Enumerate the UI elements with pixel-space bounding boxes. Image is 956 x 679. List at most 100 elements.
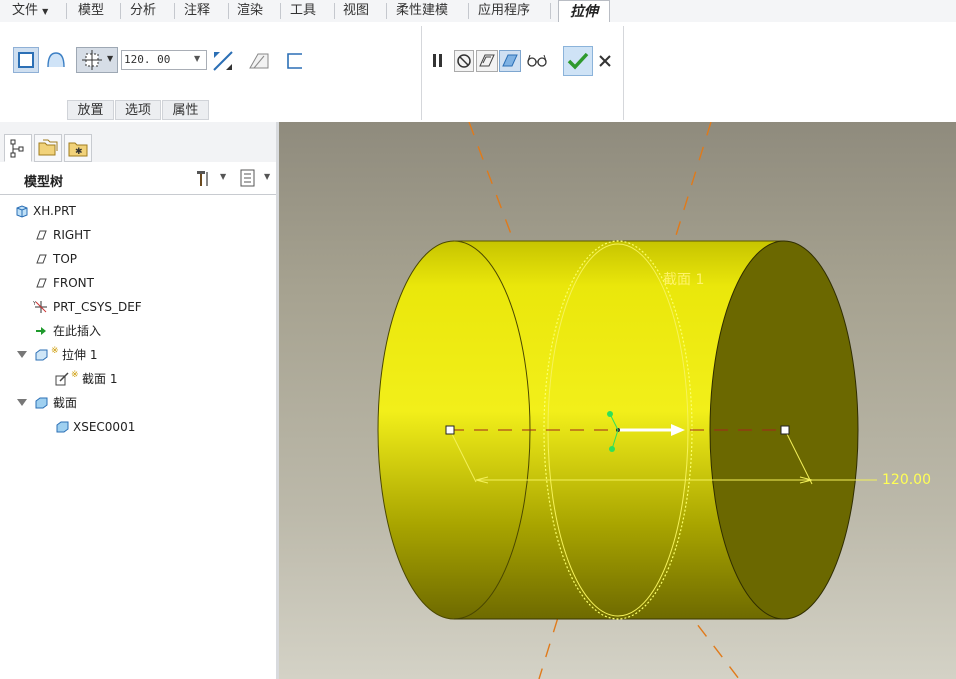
section-label: 截面 1 bbox=[663, 272, 705, 288]
pause-icon bbox=[433, 54, 442, 67]
tree-item-label: XSEC0001 bbox=[73, 420, 136, 434]
separate-preview-icon bbox=[479, 54, 495, 67]
tree-item-top[interactable]: TOP bbox=[0, 249, 270, 269]
flip-direction-icon bbox=[213, 51, 233, 71]
connected-preview-button[interactable] bbox=[499, 50, 521, 72]
tree-item-label: FRONT bbox=[53, 276, 94, 290]
depth-drag-handle[interactable] bbox=[780, 425, 790, 435]
ribbon-divider bbox=[421, 26, 422, 120]
new-feature-marker-icon: ※ bbox=[51, 346, 59, 356]
tab-analysis[interactable]: 分析 bbox=[122, 0, 164, 22]
file-menu-label: 文件 bbox=[12, 3, 39, 18]
favorites-folder-icon: ✱ bbox=[68, 142, 88, 157]
tree-item-part[interactable]: XH.PRT bbox=[0, 201, 270, 221]
start-handle[interactable] bbox=[445, 425, 455, 435]
verify-preview-button[interactable] bbox=[525, 50, 549, 72]
no-preview-button[interactable] bbox=[454, 50, 474, 72]
tree-item-label: RIGHT bbox=[53, 228, 91, 242]
tree-header: 模型树 ▼ ▼ bbox=[0, 162, 276, 195]
tab-render[interactable]: 渲染 bbox=[229, 0, 271, 22]
part-icon bbox=[16, 205, 28, 218]
tab-annotate[interactable]: 注释 bbox=[176, 0, 218, 22]
tab-tools[interactable]: 工具 bbox=[282, 0, 324, 22]
remove-material-button[interactable] bbox=[246, 48, 272, 74]
tree-item-front[interactable]: FRONT bbox=[0, 273, 270, 293]
separate-preview-button[interactable] bbox=[476, 50, 498, 72]
thicken-icon bbox=[287, 53, 302, 69]
thicken-sketch-button[interactable] bbox=[282, 48, 308, 74]
menu-divider bbox=[550, 3, 551, 19]
tree-item-extrude[interactable]: ※ 拉伸 1 bbox=[0, 345, 270, 365]
datum-plane-icon bbox=[36, 254, 47, 264]
tree-item-right[interactable]: RIGHT bbox=[0, 225, 270, 245]
depth-value-combo[interactable]: ▼ bbox=[121, 50, 207, 70]
depth-input[interactable] bbox=[124, 52, 190, 67]
panel-tabs: ✱ bbox=[0, 122, 276, 163]
folder-icon bbox=[38, 139, 58, 156]
datum-plane-icon bbox=[36, 278, 47, 288]
svg-text:✱: ✱ bbox=[75, 147, 83, 157]
file-menu[interactable]: 文件 ▼ bbox=[4, 0, 58, 22]
solid-button[interactable] bbox=[13, 47, 39, 73]
cancel-button[interactable] bbox=[596, 52, 614, 70]
menu-divider bbox=[468, 3, 469, 19]
solid-icon bbox=[18, 52, 34, 68]
tab-favorites[interactable]: ✱ bbox=[64, 134, 92, 162]
tree-item-label: 在此插入 bbox=[53, 324, 102, 338]
chevron-down-icon[interactable]: ▼ bbox=[194, 54, 200, 63]
tab-model-tree[interactable] bbox=[4, 134, 32, 162]
surface-button[interactable] bbox=[43, 47, 69, 73]
pause-button[interactable] bbox=[428, 50, 448, 72]
connected-preview-icon bbox=[502, 54, 518, 67]
tab-options[interactable]: 选项 bbox=[115, 100, 161, 120]
tree-item-sections-group[interactable]: 截面 bbox=[0, 393, 270, 413]
menu-divider bbox=[280, 3, 281, 19]
model-tree-panel: ✱ 模型树 ▼ ▼ XH.PRT RIGHT TOP FRONT Y PRT_C… bbox=[0, 122, 279, 679]
sketch-icon bbox=[55, 372, 69, 386]
datum-plane-icon bbox=[36, 230, 47, 240]
expand-arrow-icon[interactable] bbox=[17, 351, 27, 358]
tree-item-section[interactable]: ※ 截面 1 bbox=[0, 369, 270, 389]
menu-divider bbox=[66, 3, 67, 19]
tree-item-label: 拉伸 1 bbox=[62, 348, 98, 362]
close-icon bbox=[599, 55, 611, 67]
expand-arrow-icon[interactable] bbox=[17, 399, 27, 406]
chevron-down-icon: ▼ bbox=[107, 54, 114, 63]
chevron-down-icon: ▼ bbox=[42, 7, 49, 16]
tab-flexible-modeling[interactable]: 柔性建模 bbox=[388, 0, 456, 22]
model-tree-title: 模型树 bbox=[24, 175, 64, 190]
tree-settings-button[interactable]: ▼ bbox=[194, 168, 230, 188]
tab-view[interactable]: 视图 bbox=[335, 0, 377, 22]
tree-item-label: TOP bbox=[53, 252, 78, 266]
flip-direction-button[interactable] bbox=[210, 48, 236, 74]
menu-divider bbox=[386, 3, 387, 19]
insert-arrow-icon bbox=[36, 327, 46, 335]
tab-properties[interactable]: 属性 bbox=[162, 100, 209, 120]
tools-icon bbox=[197, 171, 208, 186]
tree-item-label: XH.PRT bbox=[33, 204, 76, 218]
chevron-down-icon: ▼ bbox=[220, 172, 227, 181]
list-icon bbox=[240, 169, 255, 187]
tree-item-csys[interactable]: Y PRT_CSYS_DEF bbox=[0, 297, 270, 317]
section-icon bbox=[56, 421, 69, 433]
graphics-viewport[interactable]: 截面 1 120.00 bbox=[279, 122, 956, 679]
glasses-icon bbox=[527, 54, 547, 67]
ribbon-divider bbox=[623, 26, 624, 120]
extrude-icon bbox=[35, 349, 48, 361]
menu-divider bbox=[174, 3, 175, 19]
tab-folder-browser[interactable] bbox=[34, 134, 62, 162]
tree-show-button[interactable]: ▼ bbox=[238, 168, 274, 188]
tree-item-label: PRT_CSYS_DEF bbox=[53, 300, 142, 314]
tab-extrude[interactable]: 拉伸 bbox=[558, 0, 610, 23]
depth-dimension-label[interactable]: 120.00 bbox=[882, 472, 931, 488]
menu-divider bbox=[120, 3, 121, 19]
depth-option-dropdown[interactable]: ▼ bbox=[76, 47, 118, 73]
tree-item-insert-here[interactable]: 在此插入 bbox=[0, 321, 270, 341]
coordinate-system-icon: Y bbox=[33, 301, 47, 313]
tab-placement[interactable]: 放置 bbox=[67, 100, 114, 120]
tree-item-xsec[interactable]: XSEC0001 bbox=[0, 417, 270, 437]
confirm-button[interactable] bbox=[563, 46, 593, 76]
tab-applications[interactable]: 应用程序 bbox=[470, 0, 538, 22]
tab-model[interactable]: 模型 bbox=[70, 0, 112, 22]
no-preview-icon bbox=[457, 54, 471, 68]
